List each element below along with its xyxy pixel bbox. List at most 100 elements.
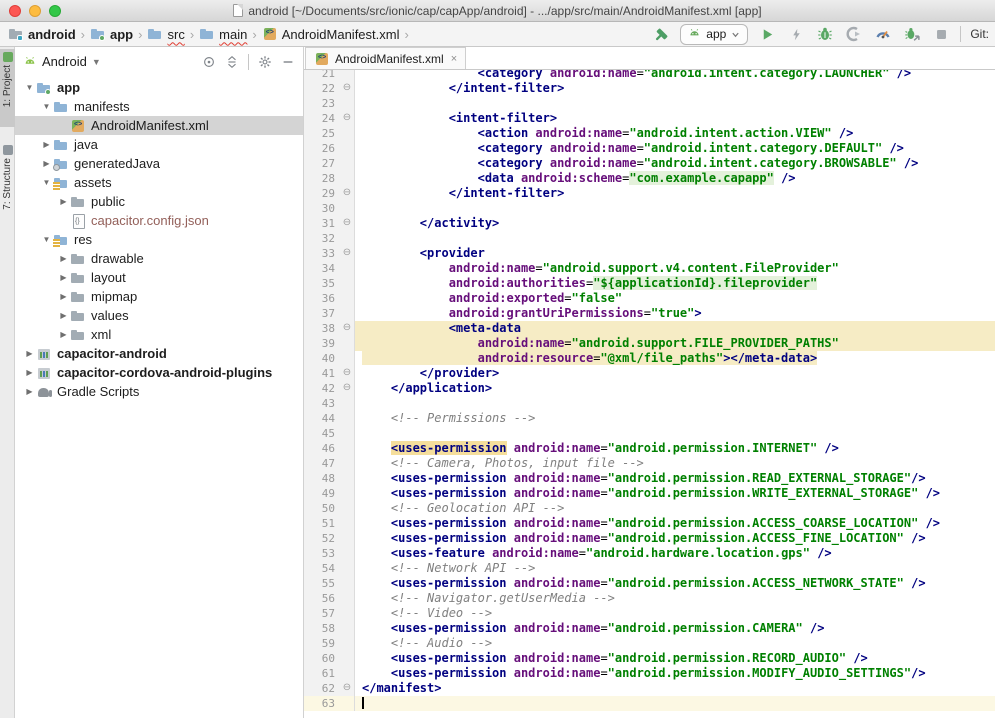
chevron-right-icon[interactable]: ▶ xyxy=(57,292,70,301)
code-line[interactable]: 56 <!-- Navigator.getUserMedia --> xyxy=(304,591,995,606)
fold-marker-icon[interactable]: ⊖ xyxy=(340,186,355,201)
build-button[interactable] xyxy=(651,24,671,44)
debug-button[interactable] xyxy=(815,24,835,44)
tree-item-app[interactable]: ▼app xyxy=(15,78,303,97)
tree-item-java[interactable]: ▶java xyxy=(15,135,303,154)
code-line[interactable]: 47 <!-- Camera, Photos, input file --> xyxy=(304,456,995,471)
code-line[interactable]: 54 <!-- Network API --> xyxy=(304,561,995,576)
code-line[interactable]: 50 <!-- Geolocation API --> xyxy=(304,501,995,516)
code-line[interactable]: 32 xyxy=(304,231,995,246)
code-line[interactable]: 42⊖ </application> xyxy=(304,381,995,396)
chevron-right-icon[interactable]: ▶ xyxy=(57,197,70,206)
chevron-down-icon[interactable]: ▼ xyxy=(40,102,53,111)
collapse-all-icon[interactable] xyxy=(225,55,239,69)
chevron-right-icon[interactable]: ▶ xyxy=(57,254,70,263)
attach-debugger-button[interactable] xyxy=(902,24,922,44)
code-line[interactable]: 49 <uses-permission android:name="androi… xyxy=(304,486,995,501)
code-line[interactable]: 36 android:exported="false" xyxy=(304,291,995,306)
run-config-select[interactable]: app xyxy=(680,24,748,45)
fold-marker-icon[interactable]: ⊖ xyxy=(340,111,355,126)
code-line[interactable]: 40 android:resource="@xml/file_paths"></… xyxy=(304,351,995,366)
code-line[interactable]: 37 android:grantUriPermissions="true"> xyxy=(304,306,995,321)
chevron-right-icon[interactable]: ▶ xyxy=(40,140,53,149)
chevron-right-icon[interactable]: ▶ xyxy=(57,311,70,320)
hide-panel-icon[interactable] xyxy=(281,55,295,69)
project-view-selector[interactable]: Android xyxy=(42,54,87,69)
apply-changes-button[interactable] xyxy=(786,24,806,44)
tree-item-manifests[interactable]: ▼manifests xyxy=(15,97,303,116)
tree-item-drawable[interactable]: ▶drawable xyxy=(15,249,303,268)
chevron-right-icon[interactable]: ▶ xyxy=(57,330,70,339)
fold-marker-icon[interactable]: ⊖ xyxy=(340,681,355,696)
stop-button[interactable] xyxy=(931,24,951,44)
tree-item-capacitor-cordova-android-plugins[interactable]: ▶capacitor-cordova-android-plugins xyxy=(15,363,303,382)
breadcrumb-item[interactable]: main xyxy=(197,26,249,42)
code-line[interactable]: 61 <uses-permission android:name="androi… xyxy=(304,666,995,681)
tree-item-capacitor-android[interactable]: ▶capacitor-android xyxy=(15,344,303,363)
code-line[interactable]: 41⊖ </provider> xyxy=(304,366,995,381)
close-icon[interactable]: × xyxy=(451,53,457,65)
fold-marker-icon[interactable]: ⊖ xyxy=(340,321,355,336)
code-line[interactable]: 27 <category android:name="android.inten… xyxy=(304,156,995,171)
code-line[interactable]: 35 android:authorities="${applicationId}… xyxy=(304,276,995,291)
code-line[interactable]: 52 <uses-permission android:name="androi… xyxy=(304,531,995,546)
profiler-button[interactable] xyxy=(873,24,893,44)
code-line[interactable]: 62⊖</manifest> xyxy=(304,681,995,696)
code-line[interactable]: 33⊖ <provider xyxy=(304,246,995,261)
chevron-down-icon[interactable]: ▼ xyxy=(40,235,53,244)
code-editor[interactable]: 21 <category android:name="android.inten… xyxy=(304,70,995,718)
tool-strip-project[interactable]: 1: Project xyxy=(0,49,15,127)
code-line[interactable]: 31⊖ </activity> xyxy=(304,216,995,231)
chevron-right-icon[interactable]: ▶ xyxy=(57,273,70,282)
tab-androidmanifest[interactable]: AndroidManifest.xml × xyxy=(305,47,466,69)
fold-marker-icon[interactable]: ⊖ xyxy=(340,381,355,396)
code-line[interactable]: 38⊖ <meta-data xyxy=(304,321,995,336)
code-line[interactable]: 43 xyxy=(304,396,995,411)
code-line[interactable]: 39 android:name="android.support.FILE_PR… xyxy=(304,336,995,351)
breadcrumb-item[interactable]: app xyxy=(88,26,135,42)
code-line[interactable]: 23 xyxy=(304,96,995,111)
code-line[interactable]: 45 xyxy=(304,426,995,441)
chevron-right-icon[interactable]: ▶ xyxy=(23,368,36,377)
tree-item-public[interactable]: ▶public xyxy=(15,192,303,211)
code-line[interactable]: 44 <!-- Permissions --> xyxy=(304,411,995,426)
minimize-window-button[interactable] xyxy=(29,5,41,17)
code-line[interactable]: 30 xyxy=(304,201,995,216)
code-line[interactable]: 46 <uses-permission android:name="androi… xyxy=(304,441,995,456)
tree-item-values[interactable]: ▶values xyxy=(15,306,303,325)
code-line[interactable]: 53 <uses-feature android:name="android.h… xyxy=(304,546,995,561)
code-line[interactable]: 21 <category android:name="android.inten… xyxy=(304,70,995,81)
zoom-window-button[interactable] xyxy=(49,5,61,17)
git-label[interactable]: Git: xyxy=(970,27,989,41)
breadcrumb-item[interactable]: AndroidManifest.xml xyxy=(260,26,402,42)
tree-item-capacitor-config-json[interactable]: capacitor.config.json xyxy=(15,211,303,230)
breadcrumb-item[interactable]: src xyxy=(145,26,186,42)
tree-item-layout[interactable]: ▶layout xyxy=(15,268,303,287)
code-line[interactable]: 26 <category android:name="android.inten… xyxy=(304,141,995,156)
code-line[interactable]: 25 <action android:name="android.intent.… xyxy=(304,126,995,141)
code-line[interactable]: 28 <data android:scheme="com.example.cap… xyxy=(304,171,995,186)
close-window-button[interactable] xyxy=(9,5,21,17)
code-line[interactable]: 59 <!-- Audio --> xyxy=(304,636,995,651)
tree-item-res[interactable]: ▼res xyxy=(15,230,303,249)
code-line[interactable]: 51 <uses-permission android:name="androi… xyxy=(304,516,995,531)
fold-marker-icon[interactable]: ⊖ xyxy=(340,216,355,231)
locate-icon[interactable] xyxy=(202,55,216,69)
code-line[interactable]: 29⊖ </intent-filter> xyxy=(304,186,995,201)
code-line[interactable]: 58 <uses-permission android:name="androi… xyxy=(304,621,995,636)
run-button[interactable] xyxy=(757,24,777,44)
code-line[interactable]: 57 <!-- Video --> xyxy=(304,606,995,621)
code-line[interactable]: 63 xyxy=(304,696,995,711)
code-line[interactable]: 22⊖ </intent-filter> xyxy=(304,81,995,96)
code-line[interactable]: 34 android:name="android.support.v4.cont… xyxy=(304,261,995,276)
fold-marker-icon[interactable]: ⊖ xyxy=(340,366,355,381)
chevron-down-icon[interactable]: ▼ xyxy=(40,178,53,187)
tree-item-gradle-scripts[interactable]: ▶Gradle Scripts xyxy=(15,382,303,401)
tree-item-generatedjava[interactable]: ▶generatedJava xyxy=(15,154,303,173)
code-line[interactable]: 55 <uses-permission android:name="androi… xyxy=(304,576,995,591)
code-line[interactable]: 24⊖ <intent-filter> xyxy=(304,111,995,126)
fold-marker-icon[interactable]: ⊖ xyxy=(340,81,355,96)
code-line[interactable]: 60 <uses-permission android:name="androi… xyxy=(304,651,995,666)
chevron-down-icon[interactable]: ▼ xyxy=(23,83,36,92)
code-line[interactable]: 48 <uses-permission android:name="androi… xyxy=(304,471,995,486)
